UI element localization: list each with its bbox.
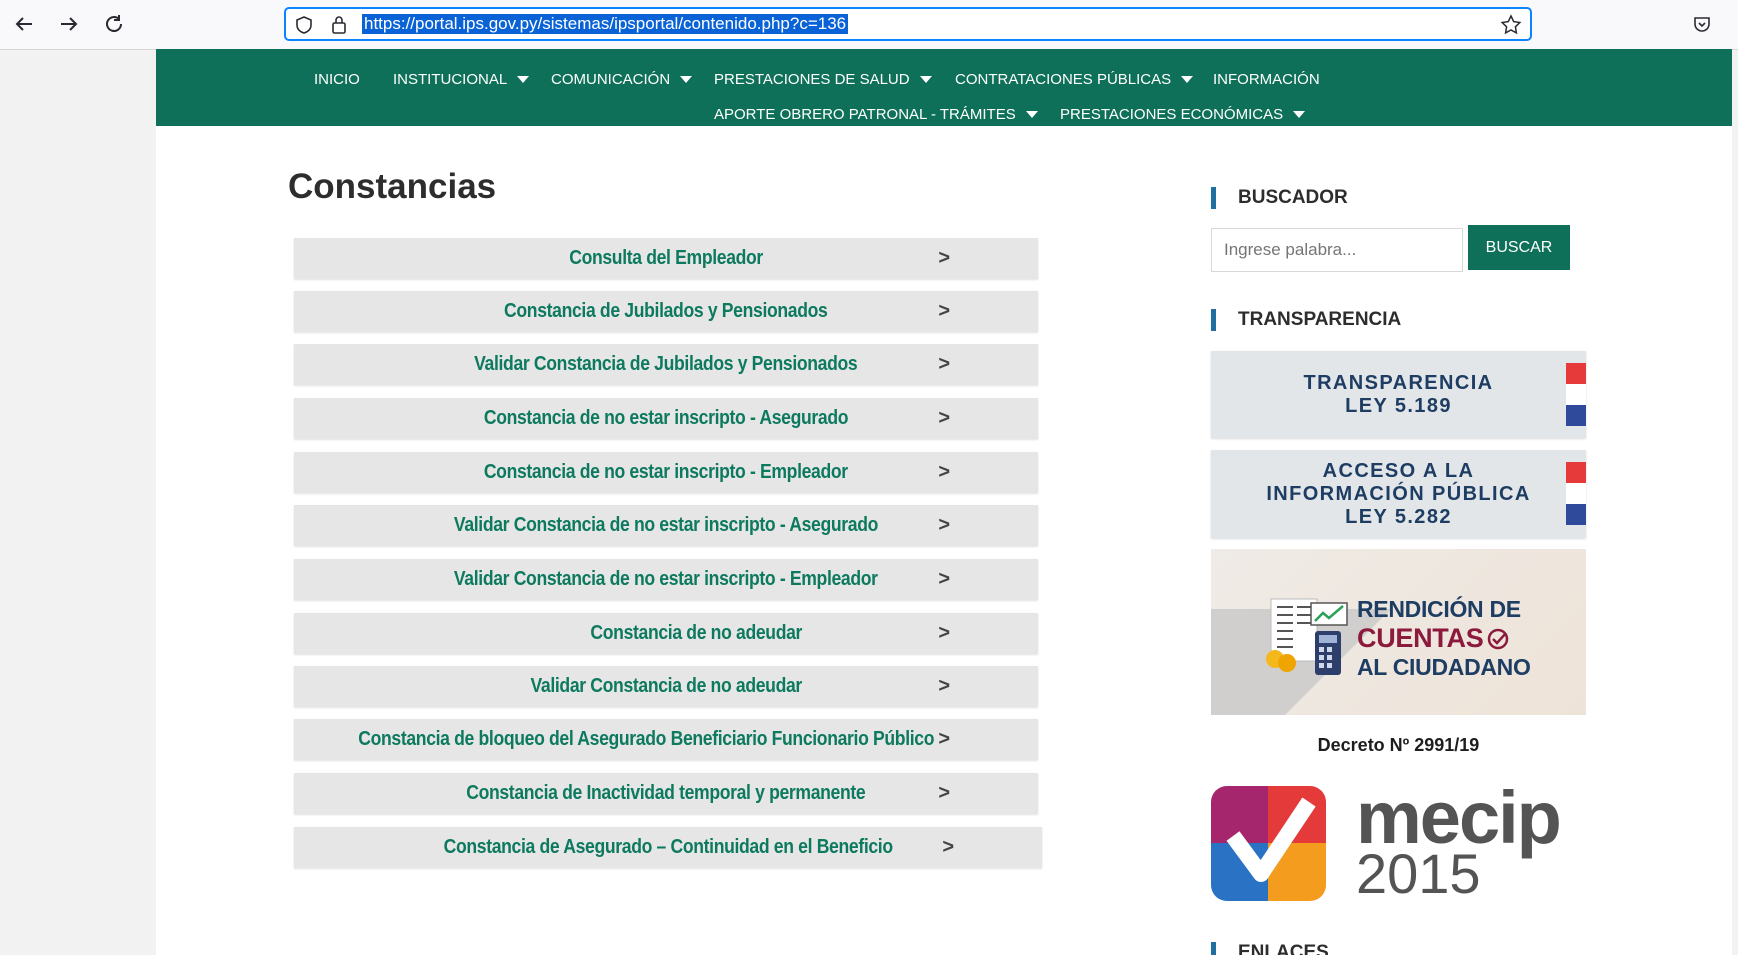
rendicion-text: RENDICIÓN DE CUENTAS AL CIUDADANO	[1357, 595, 1531, 682]
paraguay-flag-icon	[1566, 462, 1586, 526]
buscador-heading: BUSCADOR	[1211, 187, 1348, 209]
search-button[interactable]: BUSCAR	[1468, 225, 1570, 270]
nav-label: PRESTACIONES ECONÓMICAS	[1060, 106, 1284, 123]
nav-label: INICIO	[314, 71, 360, 88]
list-item-bloqueo-asegurado[interactable]: Constancia de bloqueo del Asegurado Bene…	[294, 719, 1038, 760]
link-label: Constancia de no adeudar	[590, 622, 802, 644]
transparencia-heading: TRANSPARENCIA	[1211, 309, 1401, 331]
link-label: Constancia de bloqueo del Asegurado Bene…	[358, 728, 934, 750]
chevron-right-icon: >	[938, 622, 950, 644]
pocket-icon[interactable]	[1692, 14, 1712, 39]
chevron-right-icon: >	[938, 300, 950, 322]
caret-down-icon	[1293, 111, 1306, 118]
calculator-chart-icon	[1266, 598, 1348, 675]
list-item-no-inscripto-empleador[interactable]: Constancia de no estar inscripto - Emple…	[294, 452, 1038, 493]
chevron-right-icon: >	[942, 836, 954, 858]
list-item-no-adeudar[interactable]: Constancia de no adeudar >	[294, 613, 1038, 654]
caret-down-icon	[1025, 111, 1038, 118]
bookmark-star-icon[interactable]	[1500, 14, 1522, 41]
mecip-check-icon	[1211, 786, 1326, 901]
caret-down-icon	[680, 76, 693, 83]
chevron-right-icon: >	[938, 514, 950, 536]
list-item-continuidad-beneficio[interactable]: Constancia de Asegurado – Continuidad en…	[294, 827, 1042, 868]
link-label: Validar Constancia de no estar inscripto…	[453, 514, 879, 536]
rendicion-line2: CUENTAS	[1357, 623, 1484, 653]
nav-label: PRESTACIONES DE SALUD	[714, 71, 910, 88]
nav-item-aporte-obrero[interactable]: APORTE OBRERO PATRONAL - TRÁMITES	[714, 106, 1038, 123]
page-title: Constancias	[288, 167, 497, 206]
list-item-jubilados[interactable]: Constancia de Jubilados y Pensionados >	[294, 291, 1038, 332]
nav-item-comunicacion[interactable]: COMUNICACIÓN	[551, 71, 693, 88]
chevron-right-icon: >	[938, 407, 950, 429]
reload-icon[interactable]	[100, 10, 128, 38]
shield-icon[interactable]	[294, 15, 314, 40]
nav-label: COMUNICACIÓN	[551, 71, 671, 88]
nav-item-inicio[interactable]: INICIO	[314, 71, 360, 88]
list-item-inactividad[interactable]: Constancia de Inactividad temporal y per…	[294, 773, 1038, 814]
paraguay-flag-icon	[1566, 363, 1586, 427]
link-label: Constancia de Jubilados y Pensionados	[504, 300, 828, 322]
rendicion-line1: RENDICIÓN DE	[1357, 596, 1521, 622]
search-input[interactable]	[1211, 228, 1463, 272]
browser-toolbar: https://portal.ips.gov.py/sistemas/ipspo…	[0, 0, 1738, 50]
list-item-validar-no-adeudar[interactable]: Validar Constancia de no adeudar >	[294, 666, 1038, 707]
caret-down-icon	[517, 76, 530, 83]
list-item-validar-no-inscripto-empleador[interactable]: Validar Constancia de no estar inscripto…	[294, 559, 1038, 600]
link-label: Consulta del Empleador	[569, 247, 763, 269]
link-label: Validar Constancia de no estar inscripto…	[454, 568, 878, 590]
rendicion-line3: AL CIUDADANO	[1357, 654, 1531, 680]
enlaces-heading: ENLACES	[1211, 942, 1329, 955]
link-label: Constancia de Inactividad temporal y per…	[466, 782, 866, 804]
mecip-year: 2015	[1356, 842, 1481, 905]
chevron-right-icon: >	[938, 728, 950, 750]
chevron-right-icon: >	[938, 247, 950, 269]
acceso-informacion-banner[interactable]: ACCESO A LA INFORMACIÓN PÚBLICA LEY 5.28…	[1211, 450, 1586, 538]
chevron-right-icon: >	[938, 353, 950, 375]
link-label: Validar Constancia de Jubilados y Pensio…	[474, 353, 858, 375]
list-item-validar-no-inscripto-asegurado[interactable]: Validar Constancia de no estar inscripto…	[294, 505, 1038, 546]
chevron-right-icon: >	[938, 568, 950, 590]
caret-down-icon	[1181, 76, 1194, 83]
banner-text: ACCESO A LA INFORMACIÓN PÚBLICA LEY 5.28…	[1266, 459, 1531, 528]
nav-label: INSTITUCIONAL	[393, 71, 508, 88]
list-item-validar-jubilados[interactable]: Validar Constancia de Jubilados y Pensio…	[294, 344, 1038, 385]
banner-text: TRANSPARENCIA LEY 5.189	[1303, 371, 1494, 417]
link-label: Constancia de no estar inscripto - Asegu…	[483, 407, 849, 429]
arrow-left-icon[interactable]	[10, 10, 38, 38]
nav-item-prestaciones-salud[interactable]: PRESTACIONES DE SALUD	[714, 71, 932, 88]
nav-item-institucional[interactable]: INSTITUCIONAL	[393, 71, 530, 88]
link-label: Constancia de Asegurado – Continuidad en…	[443, 836, 893, 858]
page-content: INICIO INSTITUCIONAL COMUNICACIÓN PRESTA…	[156, 49, 1732, 955]
link-label: Validar Constancia de no adeudar	[530, 675, 802, 697]
nav-item-informacion[interactable]: INFORMACIÓN	[1213, 71, 1320, 88]
rendicion-cuentas-banner[interactable]: RENDICIÓN DE CUENTAS AL CIUDADANO	[1211, 549, 1586, 715]
url-text[interactable]: https://portal.ips.gov.py/sistemas/ipspo…	[362, 14, 849, 34]
chevron-right-icon: >	[938, 461, 950, 483]
caret-down-icon	[919, 76, 932, 83]
arrow-right-icon[interactable]	[55, 10, 83, 38]
rendicion-line2-row: CUENTAS	[1357, 624, 1531, 653]
chevron-right-icon: >	[938, 675, 950, 697]
list-item-consulta-empleador[interactable]: Consulta del Empleador >	[294, 238, 1038, 279]
nav-item-contrataciones[interactable]: CONTRATACIONES PÚBLICAS	[955, 71, 1194, 88]
nav-label: CONTRATACIONES PÚBLICAS	[955, 71, 1172, 88]
link-label: Constancia de no estar inscripto - Emple…	[484, 461, 848, 483]
nav-label: INFORMACIÓN	[1213, 71, 1320, 88]
list-item-no-inscripto-asegurado[interactable]: Constancia de no estar inscripto - Asegu…	[294, 398, 1038, 439]
url-bar[interactable]: https://portal.ips.gov.py/sistemas/ipspo…	[284, 7, 1532, 41]
transparencia-ley-banner[interactable]: TRANSPARENCIA LEY 5.189	[1211, 351, 1586, 438]
nav-item-prestaciones-economicas[interactable]: PRESTACIONES ECONÓMICAS	[1060, 106, 1306, 123]
chevron-right-icon: >	[938, 782, 950, 804]
main-navigation: INICIO INSTITUCIONAL COMUNICACIÓN PRESTA…	[156, 49, 1732, 126]
lock-icon[interactable]	[330, 14, 348, 41]
nav-label: APORTE OBRERO PATRONAL - TRÁMITES	[714, 106, 1016, 123]
decreto-text: Decreto Nº 2991/19	[1317, 735, 1480, 755]
mecip-logo[interactable]: mecip 2015	[1211, 778, 1587, 905]
check-circle-icon	[1488, 628, 1509, 649]
